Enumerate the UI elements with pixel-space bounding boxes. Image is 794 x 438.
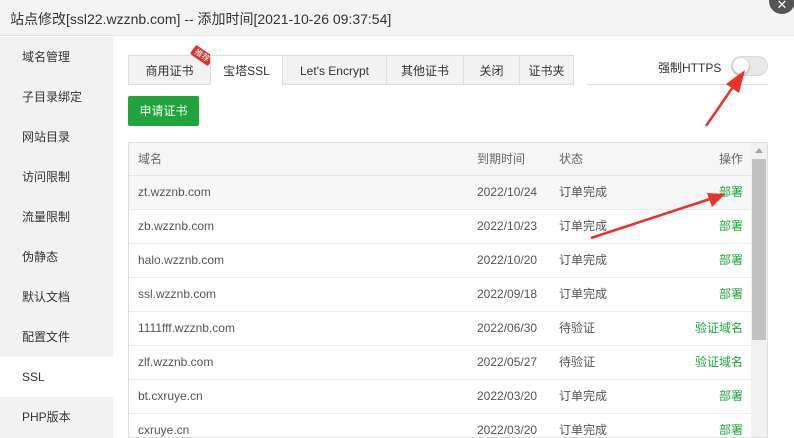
row-status: 订单完成 bbox=[559, 389, 608, 403]
row-domain: cxruye.cn bbox=[138, 423, 190, 437]
dialog-title: 站点修改[ssl22.wzznb.com] -- 添加时间[2021-10-26… bbox=[10, 11, 392, 27]
deploy-link[interactable]: 部署 bbox=[719, 244, 743, 277]
row-domain: bt.cxruye.cn bbox=[138, 389, 203, 403]
header-expire: 到期时间 bbox=[477, 152, 526, 166]
tab-close[interactable]: 关闭 bbox=[463, 55, 520, 85]
sidebar-item-php-version[interactable]: PHP版本 bbox=[0, 397, 113, 437]
table-row: zb.wzznb.com 2022/10/23 订单完成 部署 bbox=[129, 210, 751, 244]
sidebar-item-subdirectory-binding[interactable]: 子目录绑定 bbox=[0, 77, 113, 117]
apply-cert-button[interactable]: 申请证书 bbox=[128, 96, 199, 126]
row-status: 订单完成 bbox=[559, 185, 608, 199]
row-expire: 2022/06/30 bbox=[477, 321, 538, 335]
deploy-link[interactable]: 部署 bbox=[719, 380, 743, 413]
settings-sidebar: 域名管理 子目录绑定 网站目录 访问限制 流量限制 伪静态 默认文档 配置文件 … bbox=[0, 37, 113, 438]
verify-domain-link[interactable]: 验证域名 bbox=[695, 312, 743, 345]
row-domain: zb.wzznb.com bbox=[138, 219, 215, 233]
tab-commercial-cert[interactable]: 商用证书 推荐 bbox=[128, 44, 215, 85]
row-status: 订单完成 bbox=[559, 423, 608, 437]
tab-cert-folder[interactable]: 证书夹 bbox=[519, 55, 574, 85]
row-status: 订单完成 bbox=[559, 287, 608, 301]
deploy-link[interactable]: 部署 bbox=[719, 176, 743, 209]
row-status: 订单完成 bbox=[559, 253, 608, 267]
deploy-link[interactable]: 部署 bbox=[719, 210, 743, 243]
row-domain: zlf.wzznb.com bbox=[138, 355, 214, 369]
table-row: halo.wzznb.com 2022/10/20 订单完成 部署 bbox=[129, 244, 751, 278]
sidebar-item-default-document[interactable]: 默认文档 bbox=[0, 277, 113, 317]
header-action: 操作 bbox=[718, 152, 743, 166]
deploy-link[interactable]: 部署 bbox=[719, 414, 743, 437]
table-row: bt.cxruye.cn 2022/03/20 订单完成 部署 bbox=[129, 380, 751, 414]
table-row: cxruye.cn 2022/03/20 订单完成 部署 bbox=[129, 414, 751, 437]
row-expire: 2022/10/20 bbox=[477, 253, 538, 267]
arrow-to-toggle bbox=[704, 70, 745, 127]
row-expire: 2022/05/27 bbox=[477, 355, 538, 369]
row-expire: 2022/10/23 bbox=[477, 219, 538, 233]
table-row: 1111fff.wzznb.com 2022/06/30 待验证 验证域名 bbox=[129, 312, 751, 346]
sidebar-item-rewrite[interactable]: 伪静态 bbox=[0, 237, 113, 277]
table-body: zt.wzznb.com 2022/10/24 订单完成 部署 zb.wzznb… bbox=[129, 176, 751, 437]
row-status: 订单完成 bbox=[559, 219, 608, 233]
toggle-knob bbox=[733, 58, 749, 74]
header-domain: 域名 bbox=[138, 152, 163, 166]
tab-other-cert[interactable]: 其他证书 bbox=[386, 55, 464, 85]
sidebar-item-ssl[interactable]: SSL bbox=[0, 357, 113, 397]
tab-label: 商用证书 bbox=[145, 64, 194, 78]
sidebar-item-access-limit[interactable]: 访问限制 bbox=[0, 157, 113, 197]
row-domain: zt.wzznb.com bbox=[138, 185, 211, 199]
scroll-thumb[interactable] bbox=[752, 159, 766, 340]
cert-table: 域名 到期时间 状态 操作 zt.wzznb.com 2022/10/24 订单… bbox=[128, 142, 768, 438]
row-domain: 1111fff.wzznb.com bbox=[138, 321, 235, 335]
table-row: ssl.wzznb.com 2022/09/18 订单完成 部署 bbox=[129, 278, 751, 312]
force-https-toggle[interactable] bbox=[731, 56, 768, 76]
table-row: zt.wzznb.com 2022/10/24 订单完成 部署 bbox=[129, 176, 751, 210]
tab-divider bbox=[587, 84, 768, 85]
scroll-up-icon[interactable] bbox=[755, 148, 763, 153]
table-row: zlf.wzznb.com 2022/05/27 待验证 验证域名 bbox=[129, 346, 751, 380]
verify-domain-link[interactable]: 验证域名 bbox=[695, 346, 743, 379]
row-expire: 2022/03/20 bbox=[477, 423, 538, 437]
tab-lets-encrypt[interactable]: Let's Encrypt bbox=[282, 55, 387, 85]
row-expire: 2022/03/20 bbox=[477, 389, 538, 403]
row-expire: 2022/09/18 bbox=[477, 287, 538, 301]
dialog-titlebar: 站点修改[ssl22.wzznb.com] -- 添加时间[2021-10-26… bbox=[0, 0, 794, 36]
ssl-tabs: 商用证书 推荐 宝塔SSL Let's Encrypt 其他证书 关闭 证书夹 bbox=[128, 44, 574, 85]
tab-baota-ssl[interactable]: 宝塔SSL bbox=[210, 55, 283, 85]
table-scrollbar[interactable] bbox=[751, 143, 767, 437]
force-https-label: 强制HTTPS bbox=[658, 61, 722, 75]
row-domain: ssl.wzznb.com bbox=[138, 287, 217, 301]
row-status: 待验证 bbox=[559, 355, 596, 369]
row-domain: halo.wzznb.com bbox=[138, 253, 225, 267]
table-header: 域名 到期时间 状态 操作 bbox=[129, 143, 751, 176]
sidebar-item-traffic-limit[interactable]: 流量限制 bbox=[0, 197, 113, 237]
sidebar-item-config-file[interactable]: 配置文件 bbox=[0, 317, 113, 357]
sidebar-item-site-directory[interactable]: 网站目录 bbox=[0, 117, 113, 157]
row-expire: 2022/10/24 bbox=[477, 185, 538, 199]
sidebar-item-domain-management[interactable]: 域名管理 bbox=[0, 37, 113, 77]
header-status: 状态 bbox=[559, 152, 584, 166]
deploy-link[interactable]: 部署 bbox=[719, 278, 743, 311]
row-status: 待验证 bbox=[559, 321, 596, 335]
